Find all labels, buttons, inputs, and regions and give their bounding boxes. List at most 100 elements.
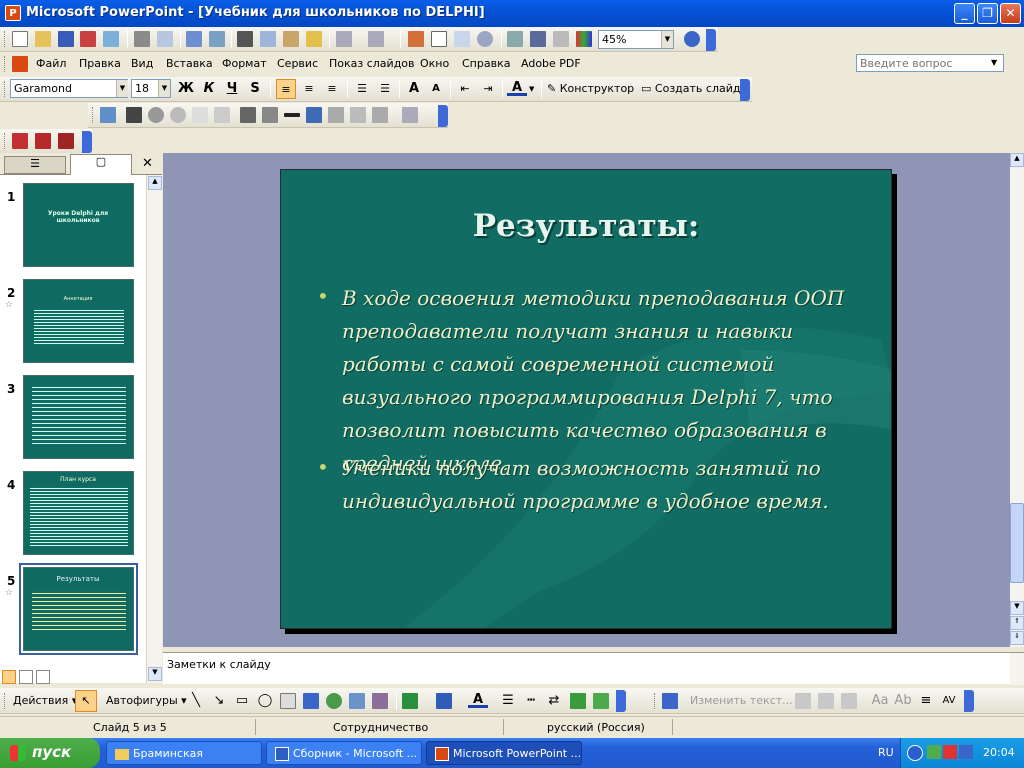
permission-icon[interactable]: [80, 31, 96, 47]
title-bar[interactable]: P Microsoft PowerPoint - [Учебник для шк…: [0, 0, 1024, 27]
crop-icon[interactable]: [240, 107, 256, 123]
menu-format[interactable]: Формат: [222, 57, 267, 70]
paste-icon[interactable]: [283, 31, 299, 47]
toolbar-grip[interactable]: [4, 693, 7, 709]
less-brightness-icon[interactable]: [214, 107, 230, 123]
taskbar-item-word[interactable]: Сборник - Microsoft ...: [266, 741, 422, 765]
shadow-button[interactable]: S: [245, 79, 265, 99]
toolbar-options-icon[interactable]: [616, 690, 626, 712]
open-folder-icon[interactable]: [35, 31, 51, 47]
edit-text-button[interactable]: Изменить текст...: [690, 694, 793, 707]
toolbar-grip[interactable]: [4, 133, 7, 149]
close-button[interactable]: ✕: [1000, 3, 1021, 24]
fill-color-icon[interactable]: [402, 693, 418, 709]
dash-style-icon[interactable]: ┅: [521, 691, 541, 711]
textbox-icon[interactable]: [280, 693, 296, 709]
increase-indent-icon[interactable]: ⇥: [478, 79, 498, 99]
recolor-icon[interactable]: [328, 107, 344, 123]
start-button[interactable]: пуск: [0, 738, 100, 768]
spelling-icon[interactable]: [186, 31, 202, 47]
redo-icon[interactable]: [368, 31, 384, 47]
slide-title[interactable]: Результаты:: [281, 208, 891, 244]
menu-window[interactable]: Окно: [420, 57, 449, 70]
menu-slideshow[interactable]: Показ слайдов: [329, 57, 415, 70]
scroll-down-icon[interactable]: ▼: [148, 667, 162, 681]
scroll-up-icon[interactable]: ▲: [1010, 153, 1024, 167]
slide-thumbnail-1[interactable]: Уроки Delphi для школьников: [23, 183, 134, 267]
toolbar-options-icon[interactable]: [706, 29, 716, 51]
bullet-text-1[interactable]: В ходе освоения методики преподавания ОО…: [342, 282, 862, 480]
color-grayscale-icon[interactable]: [576, 31, 592, 47]
designer-button[interactable]: ✎ Конструктор: [547, 82, 634, 95]
format-wordart-icon[interactable]: [818, 693, 834, 709]
format-painter-icon[interactable]: [306, 31, 322, 47]
menu-insert[interactable]: Вставка: [166, 57, 213, 70]
print-preview-icon[interactable]: [157, 31, 173, 47]
autoshapes-menu[interactable]: Автофигуры ▾: [106, 694, 187, 707]
cut-icon[interactable]: [237, 31, 253, 47]
new-document-icon[interactable]: [12, 31, 28, 47]
picture-icon[interactable]: [372, 693, 388, 709]
actions-menu[interactable]: Действия ▾: [13, 694, 77, 707]
undo-icon[interactable]: [336, 31, 352, 47]
document-icon[interactable]: [12, 56, 28, 72]
chevron-down-icon[interactable]: ▼: [158, 80, 170, 97]
chevron-down-icon[interactable]: ▼: [116, 80, 128, 97]
copy-icon[interactable]: [260, 31, 276, 47]
convert-to-pdf-icon[interactable]: [12, 133, 28, 149]
slide-thumbnail-2[interactable]: Аннотация: [23, 279, 134, 363]
show-formatting-icon[interactable]: [530, 31, 546, 47]
oval-icon[interactable]: ◯: [255, 691, 275, 711]
wordart-shape-icon[interactable]: [841, 693, 857, 709]
slide-thumbnail-4[interactable]: План курса: [23, 471, 134, 555]
compress-pictures-icon[interactable]: [306, 107, 322, 123]
decrease-font-icon[interactable]: A: [426, 79, 446, 99]
menu-help[interactable]: Справка: [462, 57, 510, 70]
insert-chart-icon[interactable]: [408, 31, 424, 47]
decrease-indent-icon[interactable]: ⇤: [455, 79, 475, 99]
chevron-down-icon[interactable]: ▼: [529, 85, 534, 93]
rectangle-icon[interactable]: ▭: [232, 691, 252, 711]
new-slide-button[interactable]: ▭ Создать слайд: [641, 82, 740, 95]
insert-hyperlink-icon[interactable]: [477, 31, 493, 47]
toolbar-options-icon[interactable]: [438, 105, 448, 127]
less-contrast-icon[interactable]: [170, 107, 186, 123]
toolbar-options-icon[interactable]: [964, 690, 974, 712]
toolbar-grip[interactable]: [654, 693, 657, 709]
maximize-button[interactable]: ❐: [977, 3, 998, 24]
align-left-icon[interactable]: ≡: [276, 79, 296, 99]
toolbar-grip[interactable]: [4, 31, 7, 47]
network-icon[interactable]: [959, 745, 973, 759]
menu-edit[interactable]: Правка: [79, 57, 121, 70]
save-icon[interactable]: [58, 31, 74, 47]
next-slide-icon[interactable]: ⇓: [1010, 631, 1024, 645]
diagram-icon[interactable]: [326, 693, 342, 709]
notes-pane[interactable]: Заметки к слайду: [163, 652, 1024, 685]
tray-arrow-icon[interactable]: [907, 745, 923, 761]
chevron-down-icon[interactable]: ▼: [661, 31, 673, 48]
taskbar-item-folder[interactable]: Браминская: [106, 741, 262, 765]
align-right-icon[interactable]: ≡: [322, 79, 342, 99]
wordart-insert-icon[interactable]: [662, 693, 678, 709]
toolbar-options-icon[interactable]: [82, 131, 92, 153]
arrow-icon[interactable]: ↘: [209, 691, 229, 711]
scroll-thumb[interactable]: [1010, 503, 1024, 583]
more-contrast-icon[interactable]: [148, 107, 164, 123]
reset-picture-icon[interactable]: [402, 107, 418, 123]
chevron-down-icon[interactable]: ▼: [991, 58, 997, 67]
slide-sorter-icon[interactable]: [19, 670, 33, 684]
font-select[interactable]: Garamond: [10, 79, 128, 98]
slideshow-icon[interactable]: [36, 670, 50, 684]
slide-thumbnail-5[interactable]: Результаты: [23, 567, 134, 651]
help-icon[interactable]: [684, 31, 700, 47]
align-center-icon[interactable]: ≡: [299, 79, 319, 99]
more-brightness-icon[interactable]: [192, 107, 208, 123]
bold-button[interactable]: Ж: [176, 79, 196, 99]
clipart-icon[interactable]: [349, 693, 365, 709]
menu-adobe-pdf[interactable]: Adobe PDF: [521, 57, 581, 70]
insert-picture-icon[interactable]: [100, 107, 116, 123]
menu-tools[interactable]: Сервис: [277, 57, 318, 70]
powerpoint-app-icon[interactable]: P: [5, 5, 21, 21]
taskbar-item-powerpoint[interactable]: Microsoft PowerPoint ...: [426, 741, 582, 765]
minimize-button[interactable]: _: [954, 3, 975, 24]
